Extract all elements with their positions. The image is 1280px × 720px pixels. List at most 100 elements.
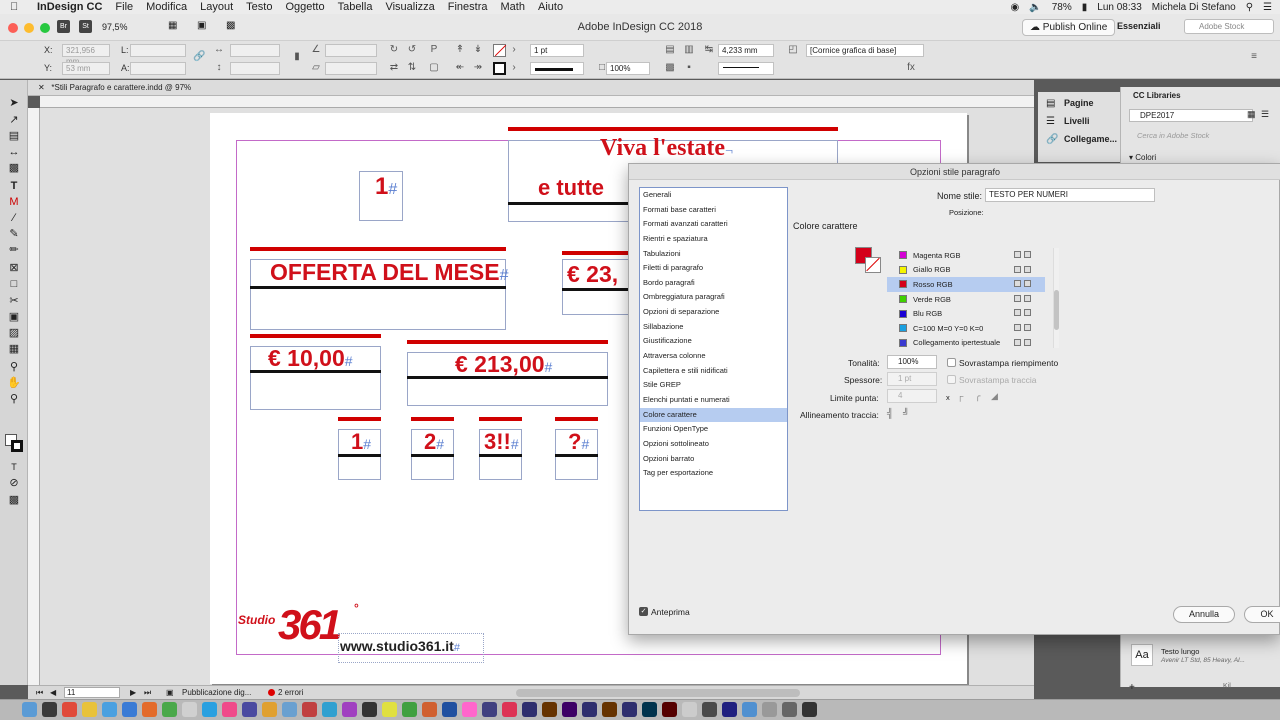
menu-finestra[interactable]: Finestra [448,1,488,13]
stroke-menu-icon[interactable]: › [508,62,520,74]
constrain-scale-icon[interactable]: ▮ [291,51,303,63]
library-select[interactable]: DPE2017 [1129,109,1253,122]
cancel-button[interactable]: Annulla [1173,606,1235,623]
document-tab[interactable]: ✕ *Stili Paragrafo e carattere.indd @ 97… [28,80,1034,96]
dock-app-icon[interactable] [222,702,237,717]
scale-y-field[interactable] [230,62,280,75]
horizontal-scrollbar[interactable] [516,689,800,697]
close-doc-icon[interactable]: ✕ [38,83,45,92]
rectangle-frame-tool-icon[interactable]: ⊠ [6,261,22,275]
category-item[interactable]: Sillabazione [640,320,787,335]
dock-app-icon[interactable] [622,702,637,717]
overprint-stroke-checkbox[interactable] [947,375,956,384]
dock-app-icon[interactable] [502,702,517,717]
previous-page-icon[interactable]: ◀ [50,688,56,697]
dock-app-icon[interactable] [542,702,557,717]
dock-app-icon[interactable] [42,702,57,717]
category-item[interactable]: Formati avanzati caratteri [640,217,787,232]
scissors-tool-icon[interactable]: ✂ [6,294,22,308]
dock-app-icon[interactable] [382,702,397,717]
width-field[interactable] [130,44,186,57]
weight-field[interactable]: 1 pt [887,372,937,386]
swatch-row[interactable]: C=100 M=0 Y=0 K=0 [887,321,1045,336]
notification-icon[interactable]: ☰ [1263,2,1272,13]
hand-tool-icon[interactable]: ✋ [6,376,22,390]
fit-content-icon[interactable]: ▩ [664,62,676,74]
preflight-errors[interactable]: 2 errori [278,688,303,697]
measure-field[interactable]: 4,233 mm [718,44,774,57]
shear-field[interactable] [325,62,377,75]
category-item[interactable]: Formati base caratteri [640,203,787,218]
menu-aiuto[interactable]: Aiuto [538,1,563,13]
align-left-icon[interactable]: ▤ [664,44,676,56]
category-item[interactable]: Stile GREP [640,378,787,393]
dock-app-icon[interactable] [162,702,177,717]
category-item[interactable]: Giustificazione [640,334,787,349]
list-view-icon[interactable]: ☰ [1261,109,1269,120]
bevel-join-icon[interactable]: ◢ [991,391,998,402]
workspace-switcher[interactable]: Essenziali [1117,21,1161,31]
menu-layout[interactable]: Layout [200,1,233,13]
open-file-icon[interactable]: ▣ [166,688,174,697]
category-item[interactable]: Opzioni di separazione [640,305,787,320]
constrain-proportions-icon[interactable]: 🔗 [193,51,205,63]
pencil-tool-icon[interactable]: ✏ [6,243,22,257]
dock-app-icon[interactable] [602,702,617,717]
preview-checkbox[interactable]: ✓ [639,607,648,616]
dock-app-icon[interactable] [242,702,257,717]
dock-app-icon[interactable] [742,702,757,717]
dock-app-icon[interactable] [762,702,777,717]
category-item[interactable]: Elenchi puntati e numerati [640,393,787,408]
font-sample-icon[interactable]: Aa [1131,644,1153,666]
miter-join-icon[interactable]: ┌ [957,391,963,401]
next-page-icon[interactable]: ▶ [130,688,136,697]
math-tool-icon[interactable]: M [6,195,22,209]
dock-app-icon[interactable] [122,702,137,717]
corner-shape-select[interactable] [718,62,774,75]
dock-app-icon[interactable] [362,702,377,717]
formatting-affects-text-icon[interactable]: T [6,460,22,474]
menu-math[interactable]: Math [501,1,525,13]
menu-file[interactable]: File [115,1,133,13]
category-item[interactable]: Colore carattere [640,407,787,423]
dock-app-icon[interactable] [422,702,437,717]
dock-app-icon[interactable] [702,702,717,717]
category-item[interactable]: Bordo paragrafi [640,276,787,291]
stroke-outside-icon[interactable]: ╝ [903,408,909,418]
scale-y-icon[interactable]: ↕ [213,62,225,74]
align-center-icon[interactable]: ▥ [683,44,695,56]
dock-app-icon[interactable] [102,702,117,717]
line-tool-icon[interactable]: ∕ [6,211,22,225]
dock-app-icon[interactable] [462,702,477,717]
spotlight-icon[interactable]: ⚲ [1246,2,1253,13]
rotate-ccw-icon[interactable]: ↺ [406,44,418,56]
swatch-row[interactable]: Verde RGB [887,292,1045,307]
swatch-list[interactable]: Magenta RGB Giallo RGB Rosso RGB Verde RGB B… [887,248,1045,348]
add-library-item-icon[interactable]: + [1129,682,1135,693]
apply-none-icon[interactable]: ⊘ [6,476,22,490]
stroke-color-icon[interactable] [11,440,23,452]
swatch-scrollbar[interactable] [1053,248,1059,348]
page-tool-icon[interactable]: ▤ [6,129,22,143]
swatch-row[interactable]: Magenta RGB [887,248,1045,263]
dock-app-icon[interactable] [562,702,577,717]
dock-app-icon[interactable] [342,702,357,717]
text-stroke-color-icon[interactable] [865,257,881,273]
dock-app-icon[interactable] [22,702,37,717]
zoom-tool-icon[interactable]: ⚲ [6,392,22,406]
stroke-type-select[interactable] [530,62,584,75]
ok-button[interactable]: OK [1244,606,1280,623]
dock-app-icon[interactable] [642,702,657,717]
free-transform-tool-icon[interactable]: ▣ [6,310,22,324]
type-on-path-icon[interactable]: P [428,44,440,56]
menu-modifica[interactable]: Modifica [146,1,187,13]
rotate-angle-icon[interactable]: ∠ [310,44,322,56]
first-page-icon[interactable]: ⏮ [36,688,43,698]
select-content-alt-icon[interactable]: ↠ [472,62,484,74]
menu-testo[interactable]: Testo [246,1,272,13]
dock-app-icon[interactable] [722,702,737,717]
pages-icon[interactable]: ▤ [1046,98,1055,109]
dock-app-icon[interactable] [682,702,697,717]
layers-panel-tab[interactable]: Livelli [1064,116,1090,126]
dock-app-icon[interactable] [662,702,677,717]
